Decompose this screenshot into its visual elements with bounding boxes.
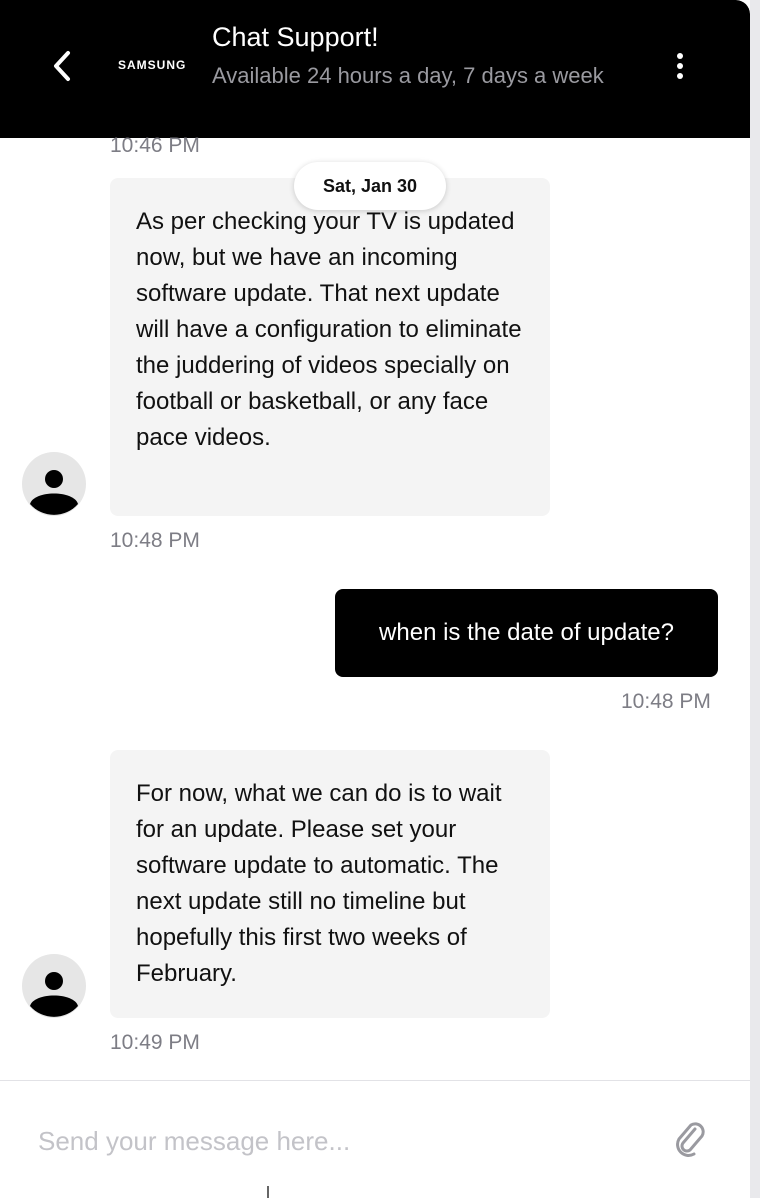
more-vertical-icon [677,53,683,79]
samsung-logo: SAMSUNG [118,58,187,72]
message-input[interactable] [38,1119,638,1163]
user-avatar-icon [22,452,86,516]
header-title: Chat Support! [212,22,379,52]
message-timestamp: 10:49 PM [110,1031,200,1054]
agent-message-bubble: For now, what we can do is to wait for a… [110,750,550,1018]
more-options-button[interactable] [664,48,696,84]
message-timestamp: 10:46 PM [110,134,200,157]
header-subtitle: Available 24 hours a day, 7 days a week [212,63,604,88]
window-edge [750,0,760,1198]
message-composer [0,1080,750,1198]
attach-button[interactable] [668,1117,712,1161]
agent-message-bubble: As per checking your TV is updated now, … [110,178,550,516]
divider-tick [267,1186,269,1198]
chat-window: SAMSUNG Chat Support! Available 24 hours… [0,0,750,1198]
message-timestamp: 10:48 PM [621,690,711,713]
user-avatar-icon [22,954,86,1018]
paperclip-icon [676,1122,705,1157]
message-timestamp: 10:48 PM [110,529,200,552]
back-button[interactable] [42,44,82,88]
date-divider: Sat, Jan 30 [294,162,446,210]
user-message-bubble: when is the date of update? [335,589,718,677]
chevron-left-icon [54,51,70,81]
chat-header: SAMSUNG Chat Support! Available 24 hours… [0,0,750,138]
